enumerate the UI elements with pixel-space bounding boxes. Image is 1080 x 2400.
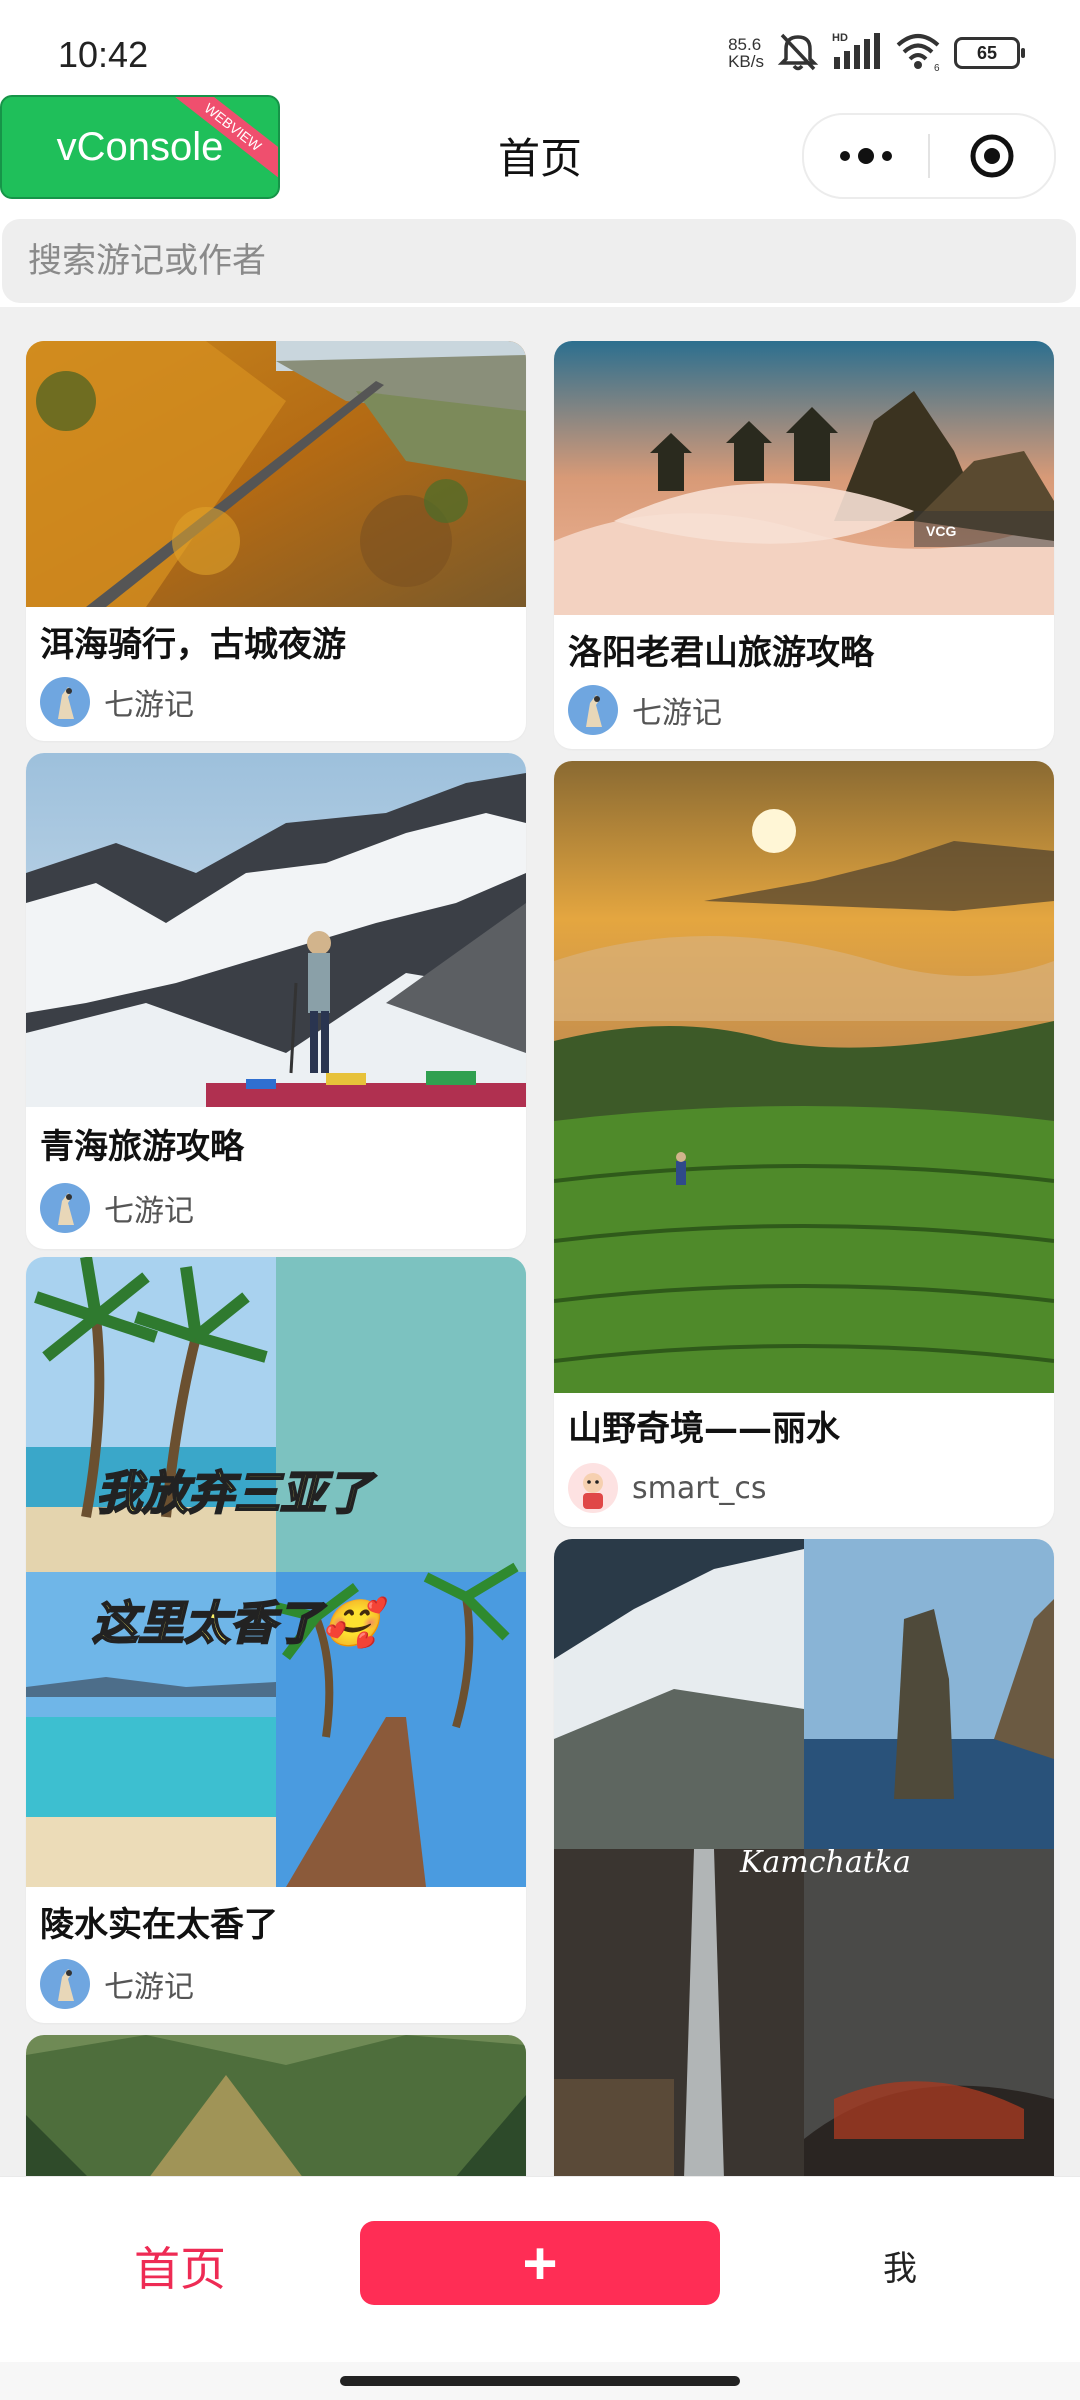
svg-text:6: 6 xyxy=(934,63,940,71)
card-title: 青海旅游攻略 xyxy=(40,1127,244,1167)
network-speed: 85.6 KB/s xyxy=(728,35,764,71)
travel-card[interactable]: 我放弃三亚了 这里太香了🥰 陵水实在太香了 七游记 xyxy=(26,1257,526,2023)
card-image-forest-valley xyxy=(26,2035,526,2177)
battery-indicator: 65 xyxy=(954,37,1025,69)
travel-card[interactable]: 洱海骑行，古城夜游 七游记 xyxy=(26,341,526,741)
status-bar: 10:42 85.6 KB/s HD 6 65 xyxy=(0,0,1080,95)
card-title: 洛阳老君山旅游攻略 xyxy=(568,633,874,673)
mini-program-capsule xyxy=(802,113,1056,199)
card-title: 陵水实在太香了 xyxy=(40,1905,278,1945)
signal-icon: HD xyxy=(832,31,882,75)
author-name: 七游记 xyxy=(104,1194,194,1229)
home-indicator[interactable] xyxy=(340,2376,740,2386)
more-dot-icon xyxy=(858,148,874,164)
more-button[interactable] xyxy=(804,115,928,197)
author-avatar xyxy=(40,677,90,727)
nav-me-tab[interactable]: 我 xyxy=(780,2241,1020,2290)
card-title: 山野奇境——丽水 xyxy=(568,1409,840,1449)
watermark-text: VCG xyxy=(926,523,957,539)
card-author: 七游记 xyxy=(40,677,194,727)
card-author: 七游记 xyxy=(40,1959,194,2009)
card-author: 七游记 xyxy=(568,685,722,735)
author-name: 七游记 xyxy=(104,1970,194,2005)
wifi-icon: 6 xyxy=(894,31,942,75)
image-overlay-text: 这里太香了🥰 xyxy=(91,1595,380,1651)
card-image-laojun-mountain: VCG xyxy=(554,341,1054,615)
target-circle-icon xyxy=(970,134,1014,178)
author-avatar xyxy=(568,685,618,735)
image-overlay-text: Kamchatka xyxy=(740,1845,911,1880)
close-miniprogram-button[interactable] xyxy=(930,115,1054,197)
more-dot-icon xyxy=(882,151,892,161)
bottom-nav: 首页 + 我 xyxy=(0,2176,1080,2363)
card-author: smart_cs xyxy=(568,1463,766,1513)
image-overlay-text: 我放弃三亚了 xyxy=(95,1465,373,1521)
travel-card[interactable]: VCG 洛阳老君山旅游攻略 七游记 xyxy=(554,341,1054,749)
author-avatar xyxy=(568,1463,618,1513)
card-image-terrace-sunrise xyxy=(554,761,1054,1393)
author-name: smart_cs xyxy=(632,1470,767,1506)
add-post-button[interactable]: + xyxy=(360,2221,720,2305)
travel-card[interactable]: Kamchatka xyxy=(554,1539,1054,2177)
travel-card[interactable]: 山野奇境——丽水 smart_cs xyxy=(554,761,1054,1527)
card-image-autumn-road xyxy=(26,341,526,607)
svg-text:HD: HD xyxy=(832,32,848,44)
status-icons: 85.6 KB/s HD 6 65 xyxy=(728,31,1025,75)
author-name: 七游记 xyxy=(632,696,722,731)
header: vConsole WEBVIEW 首页 xyxy=(0,95,1080,215)
more-dot-icon xyxy=(840,151,850,161)
card-image-kamchatka-collage: Kamchatka xyxy=(554,1539,1054,2177)
search-bar xyxy=(0,215,1080,307)
nav-home-tab[interactable]: 首页 xyxy=(60,2233,300,2299)
travel-card[interactable] xyxy=(26,2035,526,2177)
travel-feed: 洱海骑行，古城夜游 七游记 青海旅游攻略 七游记 我放弃三亚了 这里太香了🥰 陵… xyxy=(0,307,1080,2177)
card-author: 七游记 xyxy=(40,1183,194,1233)
author-name: 七游记 xyxy=(104,688,194,723)
card-image-snow-mountain xyxy=(26,753,526,1107)
status-time: 10:42 xyxy=(58,34,149,75)
search-input[interactable] xyxy=(2,219,1076,303)
author-avatar xyxy=(40,1183,90,1233)
mute-bell-icon xyxy=(776,31,820,75)
card-title: 洱海骑行，古城夜游 xyxy=(40,625,346,665)
travel-card[interactable]: 青海旅游攻略 七游记 xyxy=(26,753,526,1249)
card-image-beach-collage: 我放弃三亚了 这里太香了🥰 xyxy=(26,1257,526,1887)
author-avatar xyxy=(40,1959,90,2009)
